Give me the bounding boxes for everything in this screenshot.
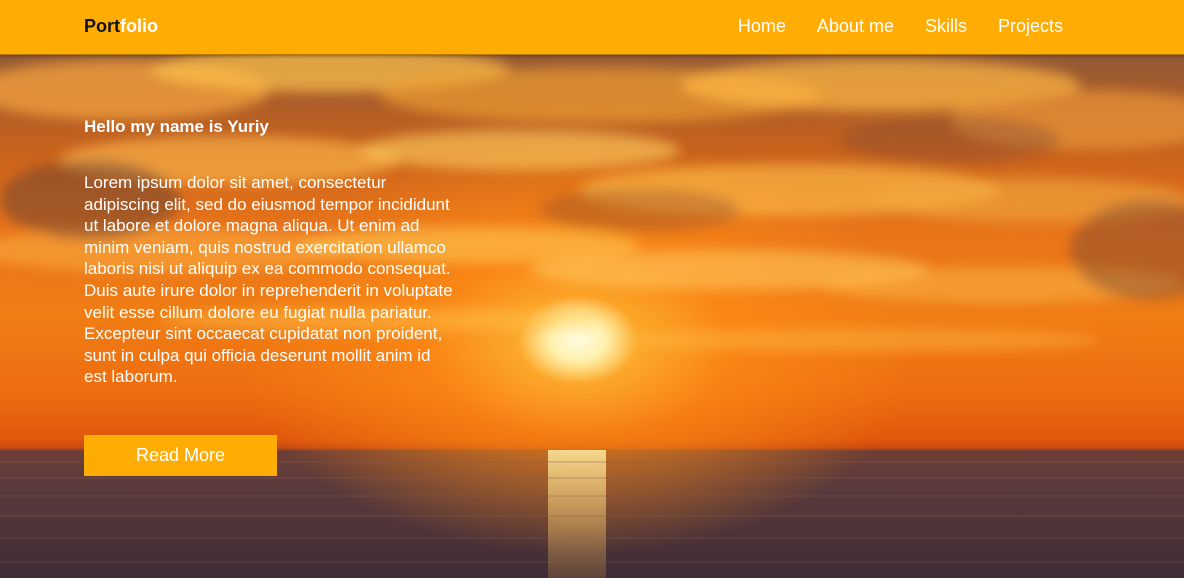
nav-link-about-me[interactable]: About me — [817, 15, 894, 37]
portfolio-logo[interactable]: Portfolio — [84, 15, 158, 37]
nav-link-projects[interactable]: Projects — [998, 15, 1063, 37]
logo-part-light: folio — [120, 16, 158, 36]
top-navbar: Portfolio Home About me Skills Projects — [0, 0, 1184, 55]
portfolio-page: Portfolio Home About me Skills Projects … — [0, 0, 1184, 578]
nav-link-skills[interactable]: Skills — [925, 15, 967, 37]
hero-intro-text: Lorem ipsum dolor sit amet, consectetur … — [84, 173, 453, 387]
logo-part-dark: Port — [84, 16, 120, 36]
nav-link-home[interactable]: Home — [738, 15, 786, 37]
read-more-button[interactable]: Read More — [84, 435, 277, 476]
nav-links: Home About me Skills Projects — [738, 15, 1063, 37]
hero-greeting: Hello my name is Yuriy — [84, 117, 269, 136]
